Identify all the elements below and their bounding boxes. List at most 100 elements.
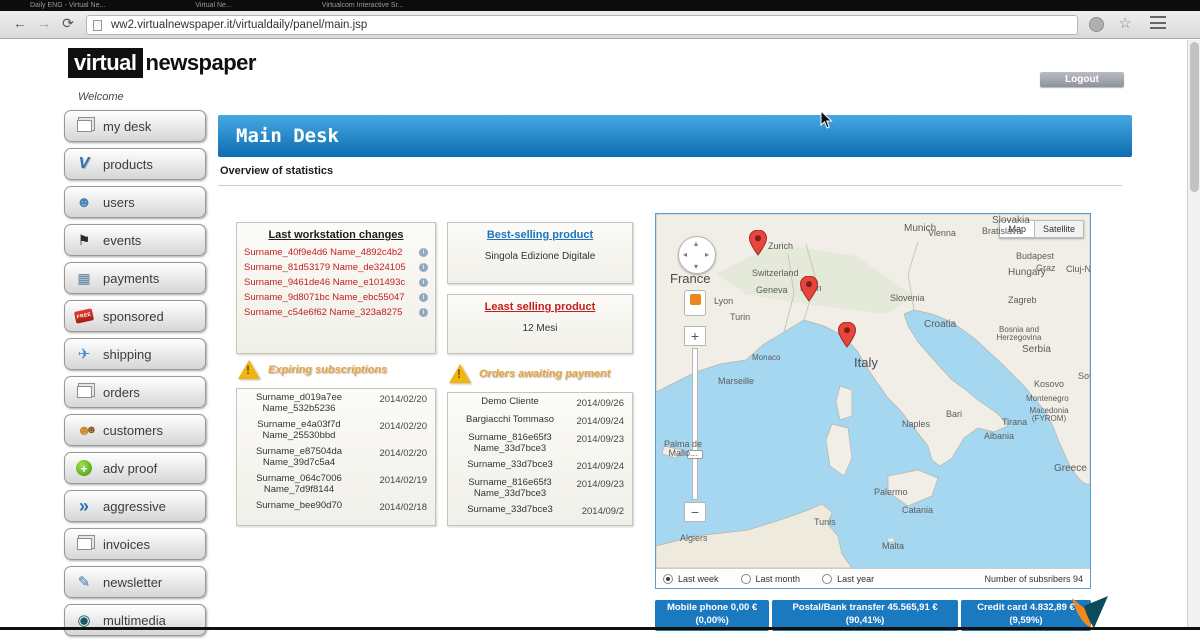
- subscriber-name: Surname_e4a03f7d Name_25530bbd: [245, 419, 353, 441]
- pan-left-icon[interactable]: ◂: [683, 250, 687, 259]
- sidebar-item-adv-proof[interactable]: adv proof: [64, 452, 206, 484]
- info-icon[interactable]: [419, 248, 428, 257]
- refresh-icon[interactable]: ⟳: [58, 15, 78, 32]
- radio-icon[interactable]: [741, 574, 751, 584]
- info-icon[interactable]: [419, 293, 428, 302]
- order-date: 2014/09/26: [576, 396, 624, 409]
- radio-label: Last month: [756, 574, 801, 584]
- pan-right-icon[interactable]: ▸: [705, 250, 709, 259]
- radio-icon[interactable]: [663, 574, 673, 584]
- zoom-in-button[interactable]: +: [684, 326, 706, 346]
- browser-tab[interactable]: Virtual Ne...: [195, 2, 231, 9]
- info-icon[interactable]: [419, 263, 428, 272]
- browser-tab[interactable]: Virtualcom Interactive Sr...: [322, 2, 404, 9]
- workstation-row[interactable]: Surname_81d53179 Name_de324105: [237, 260, 435, 275]
- users-icon: [74, 192, 94, 212]
- subscriber-count: Number of subsribers 94: [984, 574, 1083, 584]
- filter-last-week[interactable]: Last week: [663, 574, 719, 584]
- browser-tab[interactable]: Daily ENG - Virtual Ne...: [30, 2, 105, 9]
- expiring-subscriptions-header: Expiring subscriptions: [238, 360, 387, 379]
- filter-last-year[interactable]: Last year: [822, 574, 874, 584]
- forward-icon[interactable]: →: [34, 15, 54, 31]
- workstation-name: Surname_81d53179 Name_de324105: [244, 262, 406, 273]
- map-canvas[interactable]: Map Satellite ▴ ▾ ◂ ▸ + − FranceSwitzerl…: [656, 214, 1090, 568]
- sidebar-item-newsletter[interactable]: newsletter: [64, 566, 206, 598]
- least-selling-panel: Least selling product 12 Mesi: [447, 294, 633, 354]
- order-row[interactable]: Bargiacchi Tommaso2014/09/24: [448, 411, 632, 429]
- workstation-row[interactable]: Surname_9d8071bc Name_ebc55047: [237, 290, 435, 305]
- radio-icon[interactable]: [822, 574, 832, 584]
- map-pan-control[interactable]: ▴ ▾ ◂ ▸: [678, 236, 716, 274]
- info-icon[interactable]: [419, 278, 428, 287]
- filter-last-month[interactable]: Last month: [741, 574, 801, 584]
- workstation-name: Surname_c54e6f62 Name_323a8275: [244, 307, 402, 318]
- events-icon: [74, 230, 94, 250]
- products-icon: [74, 154, 94, 174]
- sidebar-item-events[interactable]: events: [64, 224, 206, 256]
- page-scrollbar[interactable]: [1187, 40, 1200, 627]
- url-bar[interactable]: ww2.virtualnewspaper.it/virtualdaily/pan…: [86, 15, 1078, 35]
- order-date: 2014/09/23: [576, 477, 624, 499]
- zoom-out-button[interactable]: −: [684, 502, 706, 522]
- sidebar-item-label: payments: [103, 271, 159, 286]
- sidebar-item-shipping[interactable]: shipping: [64, 338, 206, 370]
- pan-down-icon[interactable]: ▾: [694, 262, 698, 271]
- map-label: Italy: [854, 356, 878, 370]
- scrollbar-thumb[interactable]: [1190, 42, 1199, 192]
- workstation-changes-panel: Last workstation changes Surname_40f9e4d…: [236, 222, 436, 354]
- order-row[interactable]: Surname_33d7bce32014/09/2: [448, 501, 632, 519]
- order-row[interactable]: Surname_33d7bce32014/09/24: [448, 456, 632, 474]
- subscriber-name: Surname_064c7006 Name_7d9f8144: [245, 473, 353, 495]
- sidebar-item-users[interactable]: users: [64, 186, 206, 218]
- workstation-row[interactable]: Surname_c54e6f62 Name_323a8275: [237, 305, 435, 320]
- map-marker[interactable]: [749, 230, 767, 256]
- back-icon[interactable]: ←: [10, 15, 30, 31]
- order-row[interactable]: Surname_816e65f3 Name_33d7bce32014/09/23: [448, 429, 632, 456]
- subscription-row[interactable]: Surname_d019a7ee Name_532b52362014/02/20: [237, 389, 435, 416]
- bookmark-star-icon[interactable]: ☆: [1119, 14, 1132, 32]
- map-label: Greece: [1054, 464, 1087, 475]
- sidebar-item-orders[interactable]: orders: [64, 376, 206, 408]
- best-selling-panel: Best-selling product Singola Edizione Di…: [447, 222, 633, 284]
- satellite-view-button[interactable]: Satellite: [1035, 220, 1084, 238]
- map-label: Montenegro: [1026, 395, 1069, 403]
- subscription-row[interactable]: Surname_bee90d702014/02/18: [237, 497, 435, 515]
- subscription-row[interactable]: Surname_e4a03f7d Name_25530bbd2014/02/20: [237, 416, 435, 443]
- map-label: Bratislava: [982, 227, 1022, 236]
- subscription-row[interactable]: Surname_e87504da Name_39d7c5a42014/02/20: [237, 443, 435, 470]
- subscription-row[interactable]: Surname_064c7006 Name_7d9f81442014/02/19: [237, 470, 435, 497]
- customer-name: Surname_33d7bce3: [456, 504, 564, 517]
- sidebar-item-aggressive[interactable]: aggressive: [64, 490, 206, 522]
- sidebar-item-payments[interactable]: payments: [64, 262, 206, 294]
- workstation-row[interactable]: Surname_9461de46 Name_e101493c: [237, 275, 435, 290]
- street-view-pegman[interactable]: [684, 290, 706, 316]
- map-label: Albania: [984, 432, 1014, 441]
- sidebar-item-invoices[interactable]: invoices: [64, 528, 206, 560]
- workstation-row[interactable]: Surname_40f9e4d6 Name_4892c4b2: [237, 245, 435, 260]
- sidebar-item-label: invoices: [103, 537, 150, 552]
- extension-badge-icon[interactable]: [1089, 17, 1104, 32]
- map-label: Palermo: [874, 488, 908, 497]
- sidebar-item-sponsored[interactable]: sponsored: [64, 300, 206, 332]
- sidebar-item-multimedia[interactable]: multimedia: [64, 604, 206, 636]
- sidebar-item-products[interactable]: products: [64, 148, 206, 180]
- map-label: Bari: [946, 410, 962, 419]
- browser-menu-icon[interactable]: [1150, 16, 1166, 29]
- map-label: Algiers: [680, 534, 708, 543]
- order-row[interactable]: Surname_816e65f3 Name_33d7bce32014/09/23: [448, 474, 632, 501]
- sidebar-item-label: adv proof: [103, 461, 157, 476]
- sidebar-item-customers[interactable]: customers: [64, 414, 206, 446]
- order-date: 2014/09/23: [576, 432, 624, 454]
- payments-icon: [74, 268, 94, 288]
- map-marker[interactable]: [800, 276, 818, 302]
- zoom-slider-track[interactable]: [692, 348, 698, 500]
- sidebar-item-my-desk[interactable]: my desk: [64, 110, 206, 142]
- divider: [218, 185, 1122, 186]
- pan-up-icon[interactable]: ▴: [694, 239, 698, 248]
- info-icon[interactable]: [419, 308, 428, 317]
- map-marker[interactable]: [838, 322, 856, 348]
- map-label: Malta: [882, 542, 904, 551]
- sidebar-item-label: aggressive: [103, 499, 166, 514]
- logout-button[interactable]: Logout: [1040, 72, 1124, 87]
- order-row[interactable]: Demo Cliente2014/09/26: [448, 393, 632, 411]
